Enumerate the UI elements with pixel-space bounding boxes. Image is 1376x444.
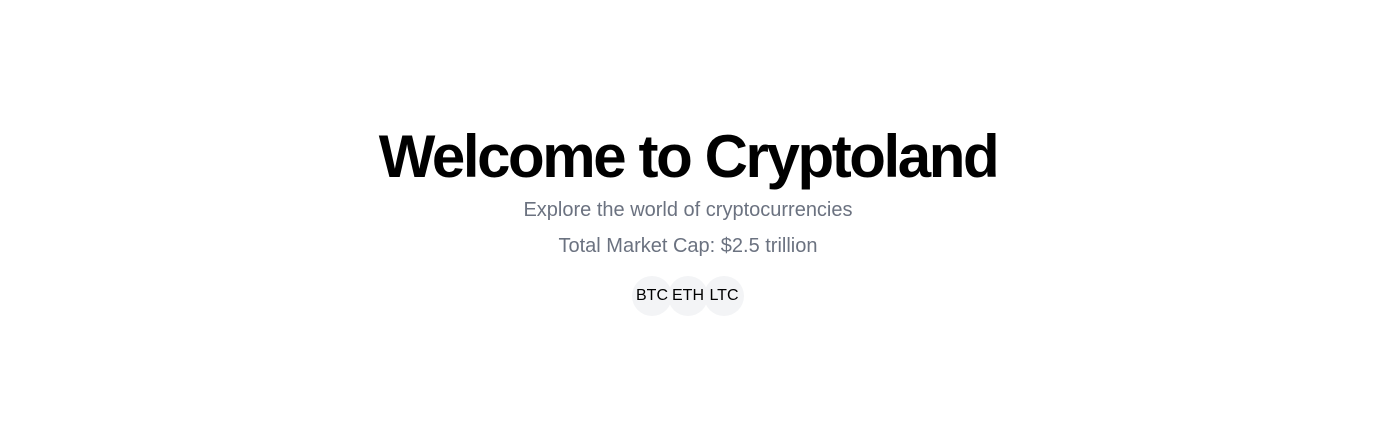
page-title: Welcome to Cryptoland xyxy=(378,123,1000,190)
market-cap-text: Total Market Cap: $2.5 trillion xyxy=(558,235,818,257)
hero-subtitle: Explore the world of cryptocurrencies xyxy=(523,199,853,221)
coin-list: BTC ETH LTC xyxy=(632,276,744,316)
coin-eth-label: ETH xyxy=(672,287,704,304)
coin-ltc-badge[interactable]: LTC xyxy=(704,276,744,316)
coin-ltc-label: LTC xyxy=(709,287,739,304)
coin-eth-badge[interactable]: ETH xyxy=(668,276,708,316)
coin-btc-badge[interactable]: BTC xyxy=(632,276,672,316)
hero-section: Welcome to Cryptoland Explore the world … xyxy=(0,0,1376,444)
coin-btc-label: BTC xyxy=(636,287,668,304)
